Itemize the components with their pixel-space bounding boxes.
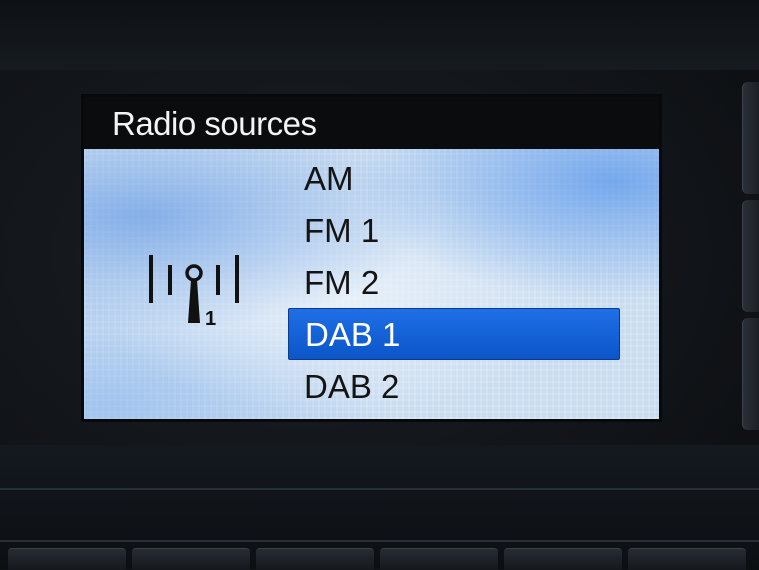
hardware-key[interactable] — [256, 548, 374, 570]
title-bar: Radio sources — [84, 97, 659, 149]
side-button-middle[interactable] — [742, 200, 759, 312]
list-item-dab2[interactable]: DAB 2 — [288, 361, 618, 413]
list-item-label: FM 2 — [304, 264, 380, 301]
display-screen: Radio sources 1 AM FM 1 FM 2 DAB 1 DAB 2 — [84, 97, 659, 419]
source-list-panel: 1 AM FM 1 FM 2 DAB 1 DAB 2 — [84, 149, 659, 419]
bezel-groove — [0, 540, 759, 542]
list-item-dab1[interactable]: DAB 1 — [288, 308, 620, 360]
list-item-label: AM — [304, 160, 354, 197]
list-item-label: FM 1 — [304, 212, 380, 249]
side-button-lower[interactable] — [742, 318, 759, 430]
list-item-label: DAB 1 — [305, 316, 401, 353]
list-item-fm1[interactable]: FM 1 — [288, 205, 618, 257]
hardware-key[interactable] — [504, 548, 622, 570]
list-item-fm2[interactable]: FM 2 — [288, 257, 618, 309]
hardware-key[interactable] — [380, 548, 498, 570]
hardware-key[interactable] — [628, 548, 746, 570]
list-item-label: DAB 2 — [304, 368, 400, 405]
list-item-am[interactable]: AM — [288, 153, 618, 205]
hardware-key[interactable] — [132, 548, 250, 570]
source-list: AM FM 1 FM 2 DAB 1 DAB 2 — [84, 149, 659, 419]
dashboard-bezel-top — [0, 0, 759, 70]
side-button-upper[interactable] — [742, 82, 759, 194]
bezel-groove — [0, 488, 759, 490]
hardware-key-row — [0, 548, 759, 570]
page-title: Radio sources — [112, 105, 317, 142]
hardware-key[interactable] — [8, 548, 126, 570]
